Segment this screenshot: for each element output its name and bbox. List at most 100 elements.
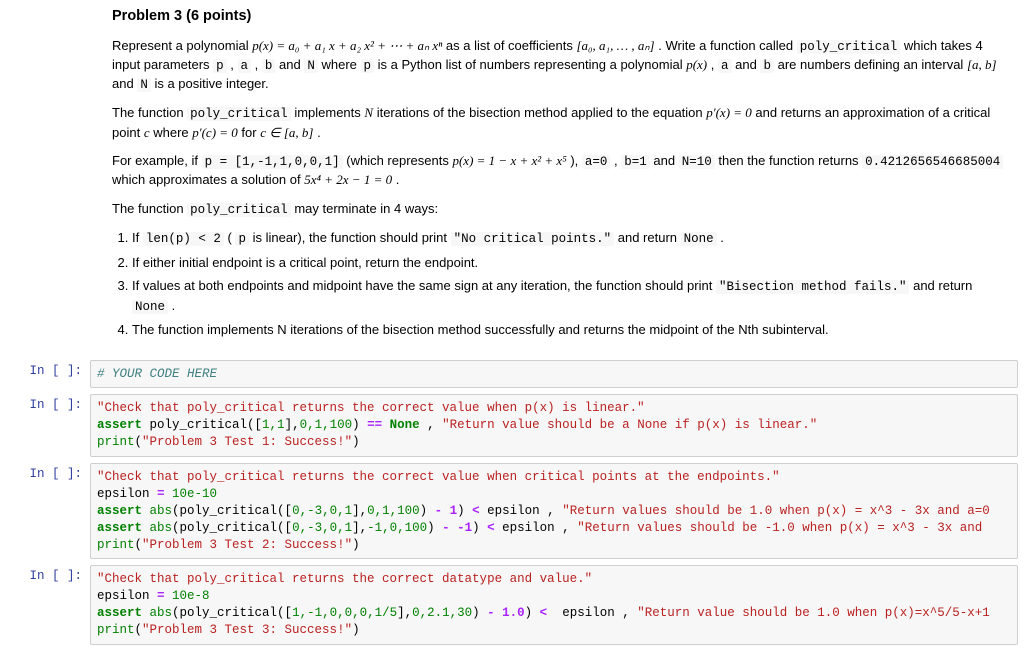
- text: Represent a polynomial: [112, 38, 252, 53]
- code-string: "Return values should be 1.0 when p(x) =…: [562, 504, 990, 518]
- text: then the function returns: [718, 153, 862, 168]
- text: (: [227, 230, 231, 245]
- code-builtin: print: [97, 435, 135, 449]
- text: . Write a function called: [658, 38, 797, 53]
- input-prompt: In [ ]:: [0, 463, 90, 481]
- code-const: None: [382, 418, 427, 432]
- list-item: The function implements N iterations of …: [132, 321, 1006, 340]
- code-number: 0,1,100: [367, 504, 420, 518]
- code-text: ): [427, 521, 442, 535]
- code-keyword: assert: [97, 504, 142, 518]
- code-text: (: [135, 538, 143, 552]
- text: .: [396, 172, 400, 187]
- math-eq2: p′(c) = 0: [192, 125, 238, 140]
- inline-code: None: [681, 232, 717, 246]
- code-cell-3: In [ ]: "Check that poly_critical return…: [0, 460, 1024, 562]
- inline-code: "Bisection method fails.": [716, 280, 910, 294]
- markdown-cell-problem3: Problem 3 (6 points) Represent a polynom…: [0, 0, 1024, 357]
- problem-paragraph-2: The function poly_critical implements N …: [112, 104, 1006, 142]
- code-text: ): [472, 606, 487, 620]
- code-operator: ==: [367, 418, 382, 432]
- inline-code: N=10: [679, 155, 715, 169]
- code-text: epsilon ,: [480, 504, 563, 518]
- code-keyword: assert: [97, 606, 142, 620]
- code-number: 0,-3,0,1: [292, 521, 352, 535]
- text: which approximates a solution of: [112, 172, 304, 187]
- code-keyword: assert: [97, 418, 142, 432]
- inline-code: b: [760, 59, 774, 73]
- math-deriv: 5x⁴ + 2x − 1 = 0: [304, 172, 392, 187]
- code-cell-1: In [ ]: # YOUR CODE HERE: [0, 357, 1024, 392]
- input-prompt: In [ ]:: [0, 394, 90, 412]
- code-builtin: print: [97, 623, 135, 637]
- code-number: 0,1,100: [300, 418, 353, 432]
- text: where: [153, 125, 192, 140]
- code-text: (: [135, 623, 143, 637]
- text: are numbers defining an interval: [778, 57, 967, 72]
- text: may terminate in 4 ways:: [294, 201, 438, 216]
- code-string: "Return value should be a None if p(x) i…: [442, 418, 817, 432]
- code-number: 0,-3,0,1: [292, 504, 352, 518]
- inline-code: poly_critical: [187, 203, 291, 217]
- code-string: "Problem 3 Test 2: Success!": [142, 538, 352, 552]
- text: implements: [294, 105, 364, 120]
- code-input[interactable]: "Check that poly_critical returns the co…: [90, 565, 1018, 645]
- inline-code: p = [1,-1,1,0,0,1]: [202, 155, 343, 169]
- code-text: ): [472, 521, 487, 535]
- code-text: (poly_critical([: [172, 606, 292, 620]
- code-operator: - 1: [435, 504, 458, 518]
- text: If: [132, 230, 143, 245]
- code-comment: # YOUR CODE HERE: [97, 367, 217, 381]
- list-item: If either initial endpoint is a critical…: [132, 254, 1006, 273]
- inline-code: 0.4212656546685004: [862, 155, 1003, 169]
- code-input[interactable]: # YOUR CODE HERE: [90, 360, 1018, 389]
- input-prompt: In [ ]:: [0, 565, 90, 583]
- code-string: "Check that poly_critical returns the co…: [97, 470, 780, 484]
- text: is linear), the function should print: [253, 230, 451, 245]
- code-string: "Check that poly_critical returns the co…: [97, 572, 592, 586]
- code-number: 10e-10: [165, 487, 218, 501]
- code-text: ): [352, 435, 360, 449]
- code-text: epsilon ,: [495, 521, 578, 535]
- code-operator: =: [157, 589, 165, 603]
- inline-code: "No critical points.": [451, 232, 615, 246]
- text: ),: [570, 153, 582, 168]
- code-builtin: abs: [142, 606, 172, 620]
- math-cin: c ∈ [a, b]: [260, 125, 313, 140]
- code-operator: <: [487, 521, 495, 535]
- text: and: [653, 153, 678, 168]
- inline-code: poly_critical: [187, 107, 291, 121]
- text: where: [321, 57, 360, 72]
- code-cell-4: In [ ]: "Check that poly_critical return…: [0, 562, 1024, 648]
- text: and return: [618, 230, 681, 245]
- code-operator: <: [472, 504, 480, 518]
- code-string: "Return value should be 1.0 when p(x)=x^…: [637, 606, 990, 620]
- inline-code: p: [213, 59, 227, 73]
- code-text: ): [420, 504, 435, 518]
- text: iterations of the bisection method appli…: [377, 105, 707, 120]
- code-text: epsilon: [97, 589, 157, 603]
- code-input[interactable]: "Check that poly_critical returns the co…: [90, 463, 1018, 559]
- text: and: [279, 57, 304, 72]
- math-interval: [a, b]: [967, 57, 997, 72]
- code-text: ],: [352, 504, 367, 518]
- math-eq: p′(x) = 0: [706, 105, 752, 120]
- code-string: "Problem 3 Test 3: Success!": [142, 623, 352, 637]
- inline-code: len(p) < 2: [143, 232, 224, 246]
- problem-paragraph-3: For example, if p = [1,-1,1,0,0,1] (whic…: [112, 152, 1006, 190]
- text: .: [720, 230, 724, 245]
- math-px: p(x): [686, 57, 707, 72]
- code-text: epsilon: [97, 487, 157, 501]
- code-input[interactable]: "Check that poly_critical returns the co…: [90, 394, 1018, 457]
- code-text: ): [352, 538, 360, 552]
- math-poly: p(x) = 1 − x + x² + x⁵: [452, 153, 566, 168]
- notebook-page: Problem 3 (6 points) Represent a polynom…: [0, 0, 1024, 648]
- text: The function: [112, 201, 187, 216]
- code-text: ): [352, 623, 360, 637]
- code-number: -1,0,100: [367, 521, 427, 535]
- code-keyword: assert: [97, 521, 142, 535]
- code-number: 0,2.1,30: [412, 606, 472, 620]
- math-expression: p(x) = a₀ + a₁ x + a₂ x² + ⋯ + aₙ xⁿ: [252, 38, 442, 53]
- inline-code: a=0: [582, 155, 611, 169]
- code-text: ): [457, 504, 472, 518]
